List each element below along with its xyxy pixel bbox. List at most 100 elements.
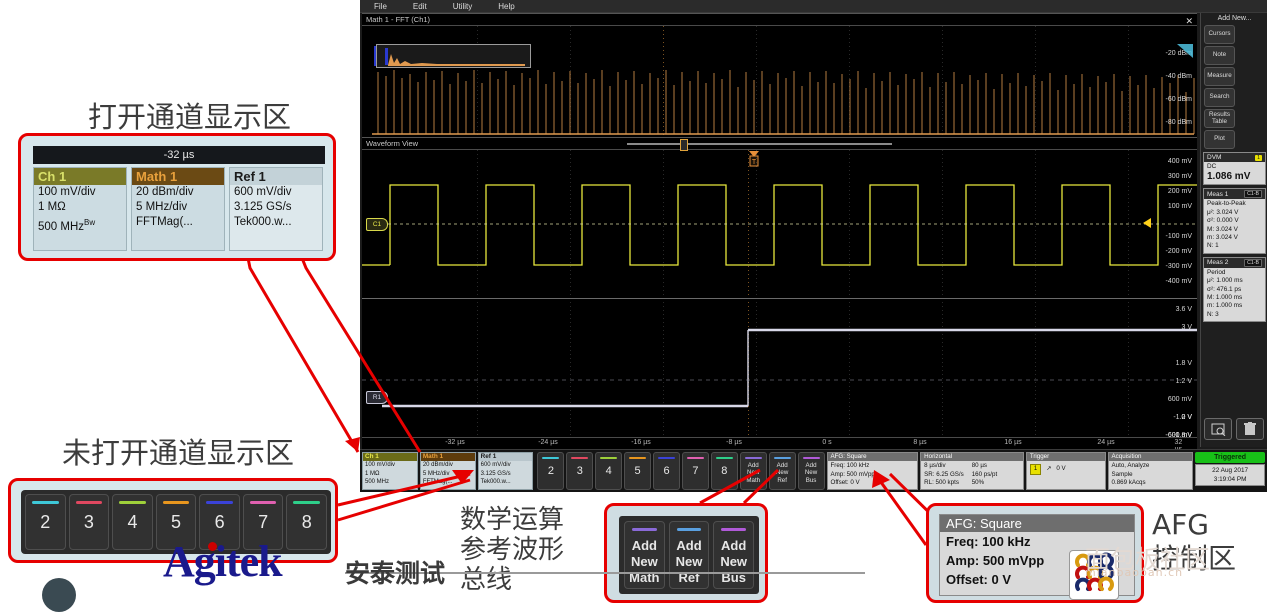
- channel-button-5[interactable]: 5: [624, 452, 652, 490]
- trash-icon[interactable]: [1236, 418, 1264, 440]
- trigger-level: 0 V: [1056, 465, 1066, 473]
- meas1-panel[interactable]: Meas 1 C1-B Peak-to-Peak μ²: 3.024 V σ²:…: [1203, 188, 1266, 254]
- callout-ref1-card[interactable]: Ref 1 600 mV/div 3.125 GS/s Tek000.w...: [229, 167, 323, 251]
- channel-button-7[interactable]: 7: [681, 452, 709, 490]
- fft-corner-marker: [1177, 44, 1193, 58]
- waveform-view-pane[interactable]: Waveform View T C1 R1 400 mV 300 mV 200 …: [362, 137, 1197, 448]
- ch1-waveform-trace: [362, 184, 1197, 266]
- meas1-row: μ²: 3.024 V: [1207, 208, 1239, 216]
- meas2-name: Period: [1207, 268, 1226, 276]
- callout-ch1-card[interactable]: Ch 1 100 mV/div 1 MΩ 500 MHzBw: [33, 167, 127, 251]
- ch1-level-arrow-icon: [1143, 218, 1151, 228]
- math-label: 数学运算: [460, 505, 565, 535]
- callout-math1-title: Math 1: [132, 168, 224, 185]
- callout-math1-card[interactable]: Math 1 20 dBm/div 5 MHz/div FFTMag(...: [131, 167, 225, 251]
- dvm-body: DC 1.086 mV: [1204, 162, 1265, 184]
- afg-badge[interactable]: AFG: Square Freq: 100 kHz Amp: 500 mVpp …: [826, 452, 919, 490]
- menu-item-utility[interactable]: Utility: [453, 2, 473, 11]
- meas2-row: M: 1.000 ms: [1207, 294, 1243, 302]
- fft-trace: [372, 46, 1195, 135]
- math-pane-title: Math 1 - FFT (Ch1): [366, 15, 431, 24]
- menu-item-edit[interactable]: Edit: [413, 2, 427, 11]
- meas2-header: Meas 2 C1-B: [1204, 257, 1265, 268]
- meas1-row: N: 1: [1207, 242, 1219, 250]
- search-button[interactable]: Search: [1204, 88, 1235, 107]
- time-tick: 16 µs: [1004, 439, 1022, 446]
- ref1-badge[interactable]: Ref 1 600 mV/div 3.125 GS/s Tek000.w...: [477, 452, 534, 490]
- add-new-bus-button[interactable]: Add New Bus: [797, 452, 825, 490]
- ref1-badge-title: Ref 1: [478, 453, 533, 462]
- ref1-vertical-position-tag[interactable]: R1: [366, 391, 388, 404]
- math-fft-pane[interactable]: Math 1 - FFT (Ch1) -20 dBm -40 dBm -60 d…: [362, 13, 1197, 137]
- callout-math1-l1: 20 dBm/div: [136, 186, 194, 198]
- callout-math1-l2: 5 MHz/div: [136, 201, 188, 213]
- ch1-vertical-position-tag[interactable]: C1: [366, 218, 388, 231]
- channel-button-2[interactable]: 2: [537, 452, 565, 490]
- afg-amp: Amp: 500 mVpp: [830, 470, 875, 478]
- note-button[interactable]: Note: [1204, 46, 1235, 65]
- big-add-new-bus-button[interactable]: Add New Bus: [713, 521, 755, 589]
- meas1-body: Peak-to-Peak μ²: 3.024 V σ²: 0.000 V M: …: [1204, 199, 1265, 252]
- open-channels-callout: -32 µs Ch 1 100 mV/div 1 MΩ 500 MHzBw Ma…: [18, 133, 336, 261]
- big-channel-button-8[interactable]: 8: [286, 494, 328, 550]
- dvm-panel[interactable]: DVM 1 DC 1.086 mV: [1203, 152, 1266, 186]
- meas2-panel[interactable]: Meas 2 C1-B Period μ²: 1.000 ms σ²: 476.…: [1203, 256, 1266, 323]
- horizontal-duration: 80 µs: [971, 462, 987, 470]
- cursors-button[interactable]: Cursors: [1204, 25, 1235, 44]
- agitek-logo-dot-icon: [208, 542, 217, 551]
- math1-badge-title: Math 1: [420, 453, 475, 462]
- results-table-button[interactable]: Results Table: [1204, 109, 1235, 128]
- plot-button[interactable]: Plot: [1204, 130, 1235, 149]
- time-tick: -24 µs: [538, 439, 558, 446]
- acquisition-mode: Auto, Analyze: [1111, 462, 1150, 470]
- ch1-badge-line: 100 mV/div: [365, 462, 396, 469]
- horizontal-samplerate: SR: 6.25 GS/s: [924, 470, 964, 478]
- callout-ch1-title: Ch 1: [34, 168, 126, 185]
- trigger-source-badge: 1: [1029, 464, 1042, 475]
- math1-badge-line: 20 dBm/div: [422, 462, 453, 469]
- menu-item-help[interactable]: Help: [498, 2, 514, 11]
- acquisition-type: Sample: [1111, 470, 1133, 478]
- acquisition-title: Acquisition: [1108, 453, 1193, 462]
- add-new-ref-button[interactable]: Add New Ref: [768, 452, 796, 490]
- acquisition-count: 0.869 kAcqs: [1111, 479, 1146, 487]
- add-new-math-button[interactable]: Add New Math: [739, 452, 767, 490]
- trigger-badge[interactable]: Trigger 1 ↗ 0 V: [1025, 452, 1106, 490]
- measure-button[interactable]: Measure: [1204, 67, 1235, 86]
- big-add-new-ref-button[interactable]: Add New Ref: [668, 521, 710, 589]
- callout-ch1-l1: 100 mV/div: [38, 186, 96, 198]
- horizontal-badge[interactable]: Horizontal 8 µs/div SR: 6.25 GS/s RL: 50…: [920, 452, 1024, 490]
- channel-button-3[interactable]: 3: [566, 452, 594, 490]
- horizontal-resolution: 160 ps/pt: [971, 470, 998, 478]
- meas1-title: Meas 1: [1207, 190, 1229, 198]
- channel-button-8[interactable]: 8: [710, 452, 738, 490]
- trigger-title: Trigger: [1026, 453, 1105, 462]
- dvm-value: 1.086 mV: [1207, 171, 1251, 183]
- math1-badge[interactable]: Math 1 20 dBm/div 5 MHz/div FFTMag(...: [419, 452, 476, 490]
- zoom-scrollbar[interactable]: [627, 143, 892, 145]
- meas2-source-badge: C1-B: [1244, 258, 1262, 267]
- meas2-row: N: 3: [1207, 310, 1219, 318]
- channel-button-6[interactable]: 6: [653, 452, 680, 490]
- site-watermark-url: mianbaoban.cn: [1085, 566, 1184, 579]
- acquisition-badge[interactable]: Acquisition Auto, Analyze Sample 0.869 k…: [1107, 452, 1194, 490]
- callout-ref1-l1: 600 mV/div: [234, 186, 292, 198]
- afg-title: AFG: Square: [827, 453, 918, 462]
- menu-item-file[interactable]: File: [374, 2, 387, 11]
- big-channel-button-4[interactable]: 4: [112, 494, 153, 550]
- callout-ref1-l3: Tek000.w...: [234, 216, 292, 228]
- big-add-new-math-button[interactable]: Add New Math: [624, 521, 665, 589]
- add-new-callout: Add New Math Add New Ref Add New Bus: [604, 503, 768, 603]
- ch1-badge-title: Ch 1: [363, 453, 417, 462]
- close-icon[interactable]: ✕: [1185, 16, 1193, 27]
- status-time: 3:19:04 PM: [1213, 476, 1247, 483]
- zoom-icon[interactable]: [1204, 418, 1232, 440]
- channel-button-4[interactable]: 4: [595, 452, 623, 490]
- big-channel-button-2[interactable]: 2: [25, 494, 66, 550]
- ch1-badge[interactable]: Ch 1 100 mV/div 1 MΩ 500 MHz: [362, 452, 418, 490]
- big-channel-button-3[interactable]: 3: [68, 494, 110, 550]
- fft-overview-badge[interactable]: [376, 44, 531, 68]
- agitek-watermark: Agitek: [163, 537, 283, 586]
- time-tick: 8 µs: [913, 439, 927, 446]
- meas1-source-badge: C1-B: [1244, 190, 1262, 199]
